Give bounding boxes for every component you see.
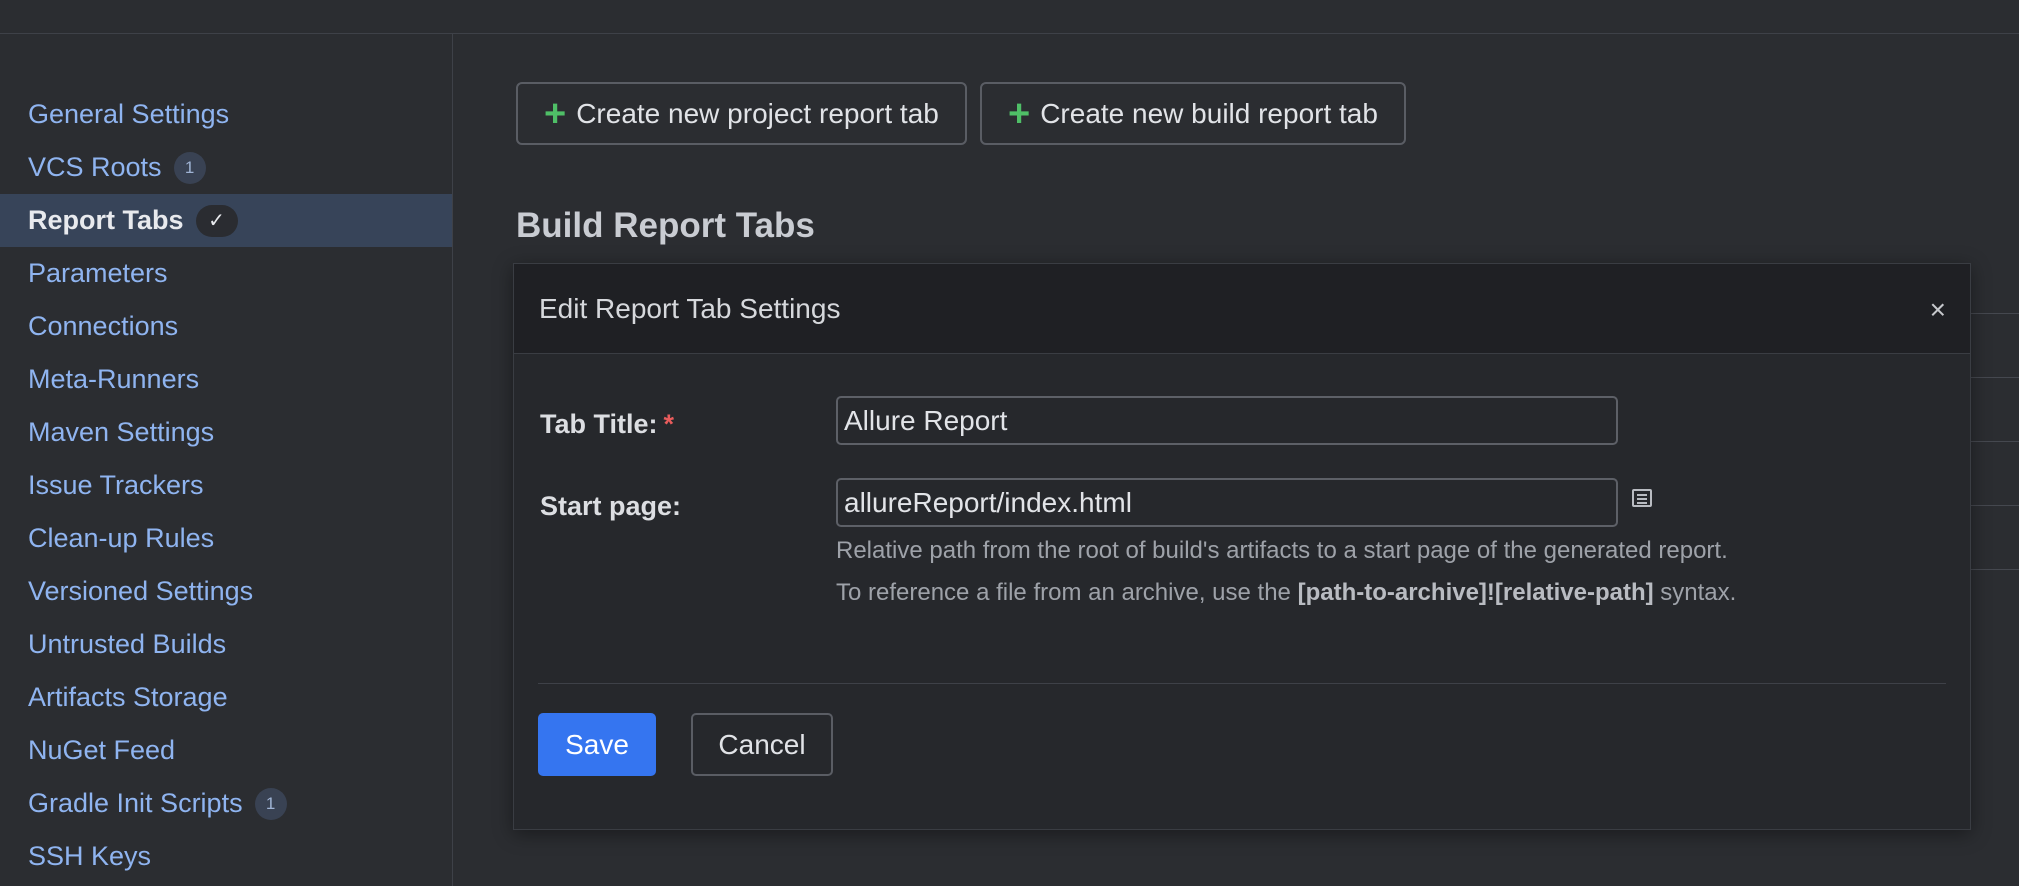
dialog-title: Edit Report Tab Settings — [539, 292, 841, 324]
dialog-divider — [538, 683, 1946, 684]
start-page-help-line-1: Relative path from the root of build's a… — [836, 537, 1728, 564]
sidebar-item-versioned-settings[interactable]: Versioned Settings — [0, 565, 452, 618]
sidebar-item-label: VCS Roots — [28, 152, 162, 182]
sidebar-item-label: Maven Settings — [28, 417, 215, 447]
sidebar-item-label: Untrusted Builds — [28, 629, 227, 659]
settings-sidebar: General Settings VCS Roots 1 Report Tabs ✓… — [0, 34, 453, 886]
sidebar-item-label: Gradle Init Scripts — [28, 788, 243, 818]
sidebar-item-label: SSH Keys — [28, 841, 152, 871]
plus-icon: + — [1008, 92, 1031, 135]
sidebar-item-label: Artifacts Storage — [28, 682, 228, 712]
sidebar-item-ssh-keys[interactable]: SSH Keys — [0, 830, 452, 883]
sidebar-item-meta-runners[interactable]: Meta-Runners — [0, 353, 452, 406]
top-bar — [0, 0, 2019, 34]
sidebar-item-label: Connections — [28, 311, 179, 341]
start-page-label: Start page: — [540, 491, 682, 521]
sidebar-item-label: NuGet Feed — [28, 735, 176, 765]
sidebar-item-label: Parameters — [28, 258, 168, 288]
sidebar-item-connections[interactable]: Connections — [0, 300, 452, 353]
plus-icon: + — [544, 92, 567, 135]
required-mark: * — [663, 409, 675, 439]
help-text: syntax. — [1653, 579, 1737, 606]
button-label: Create new build report tab — [1040, 97, 1378, 129]
create-build-report-tab-button[interactable]: + Create new build report tab — [980, 82, 1406, 145]
sidebar-item-maven-settings[interactable]: Maven Settings — [0, 406, 452, 459]
count-badge: 1 — [254, 787, 287, 820]
sidebar-item-label: General Settings — [28, 99, 230, 129]
sidebar-item-label: Clean-up Rules — [28, 523, 215, 553]
create-project-report-tab-button[interactable]: + Create new project report tab — [516, 82, 967, 145]
edit-report-tab-dialog: Edit Report Tab Settings × Tab Title:* S… — [513, 263, 1971, 830]
dialog-header: Edit Report Tab Settings × — [514, 264, 1970, 354]
sidebar-item-label: Report Tabs — [28, 205, 184, 235]
sidebar-item-gradle-init-scripts[interactable]: Gradle Init Scripts 1 — [0, 777, 452, 830]
sidebar-item-issue-trackers[interactable]: Issue Trackers — [0, 459, 452, 512]
close-icon[interactable]: × — [1930, 294, 1946, 326]
sidebar-item-nuget-feed[interactable]: NuGet Feed — [0, 724, 452, 777]
label-text: Tab Title: — [540, 409, 658, 439]
sidebar-item-label: Versioned Settings — [28, 576, 254, 606]
cancel-button[interactable]: Cancel — [691, 713, 833, 776]
sidebar-item-artifacts-storage[interactable]: Artifacts Storage — [0, 671, 452, 724]
button-label: Create new project report tab — [576, 97, 939, 129]
sidebar-item-general-settings[interactable]: General Settings — [0, 88, 452, 141]
syntax-example: [path-to-archive]![relative-path] — [1297, 579, 1654, 606]
sidebar-item-parameters[interactable]: Parameters — [0, 247, 452, 300]
sidebar-item-untrusted-builds[interactable]: Untrusted Builds — [0, 618, 452, 671]
list-icon[interactable] — [1632, 489, 1652, 507]
start-page-help-line-2: To reference a file from an archive, use… — [836, 579, 1736, 607]
sidebar-item-vcs-roots[interactable]: VCS Roots 1 — [0, 141, 452, 194]
tab-title-input[interactable] — [836, 396, 1618, 445]
count-badge: 1 — [173, 151, 206, 184]
start-page-input[interactable] — [836, 478, 1618, 527]
sidebar-item-report-tabs[interactable]: Report Tabs ✓ — [0, 194, 452, 247]
section-title: Build Report Tabs — [516, 206, 815, 245]
sidebar-item-label: Issue Trackers — [28, 470, 204, 500]
check-icon: ✓ — [195, 204, 238, 237]
tab-title-label: Tab Title: * — [540, 409, 674, 440]
sidebar-item-clean-up-rules[interactable]: Clean-up Rules — [0, 512, 452, 565]
help-text: To reference a file from an archive, use… — [836, 579, 1298, 606]
sidebar-item-label: Meta-Runners — [28, 364, 200, 394]
save-button[interactable]: Save — [538, 713, 656, 776]
